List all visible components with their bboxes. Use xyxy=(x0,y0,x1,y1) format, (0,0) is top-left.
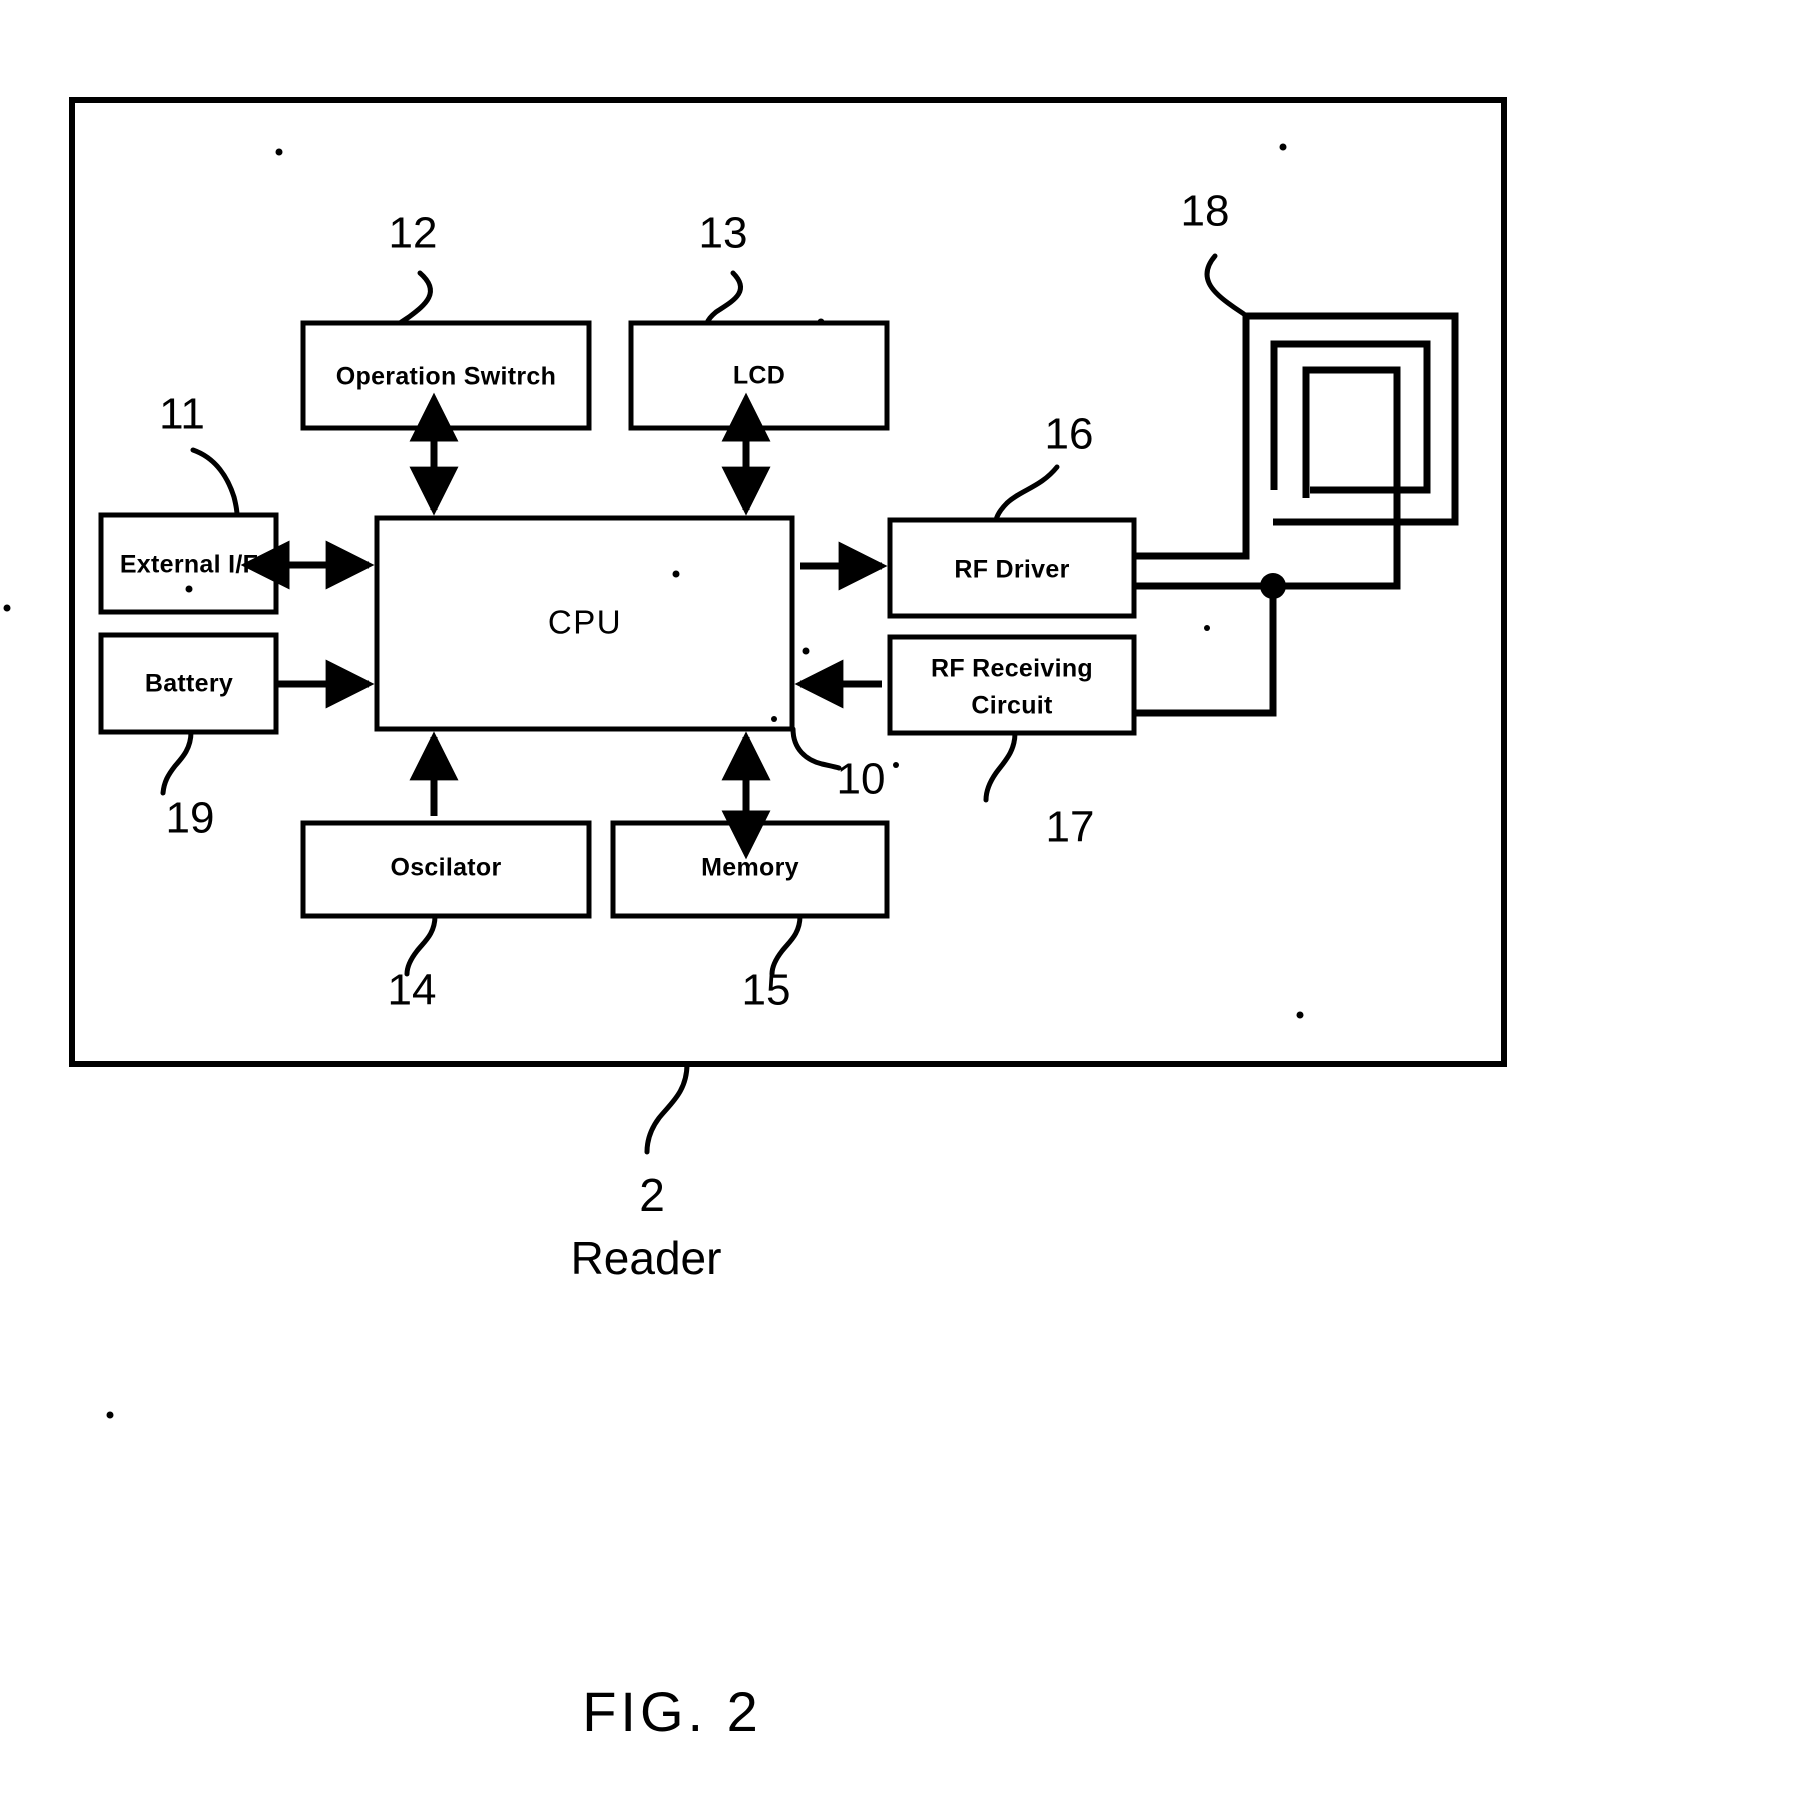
ref-num-2: 2 xyxy=(639,1169,665,1221)
block-rf-receiving-circuit-label-line1: RF Receiving xyxy=(931,655,1093,683)
figure-canvas: Operation Switrch LCD External I/F Batte… xyxy=(3,97,1507,1743)
block-operation-switch-label: Operation Switrch xyxy=(336,363,556,391)
scan-speck xyxy=(275,148,283,156)
ref-num-10: 10 xyxy=(837,755,886,804)
wire-junction-node xyxy=(1260,573,1286,599)
ref-num-15: 15 xyxy=(742,966,791,1015)
ref-num-16: 16 xyxy=(1045,410,1094,459)
figure-caption: Reader xyxy=(571,1232,722,1284)
block-rf-driver-label: RF Driver xyxy=(954,556,1069,584)
scan-speck xyxy=(185,585,193,593)
ref-num-18: 18 xyxy=(1181,187,1230,236)
ref-num-17: 17 xyxy=(1046,803,1095,852)
patent-figure: Operation Switrch LCD External I/F Batte… xyxy=(0,0,1802,1807)
scan-speck xyxy=(3,604,11,612)
block-battery-label: Battery xyxy=(145,670,233,698)
block-external-if-label: External I/F xyxy=(120,551,258,579)
ref-num-19: 19 xyxy=(166,794,215,843)
block-lcd-label: LCD xyxy=(733,362,785,390)
scan-speck xyxy=(1204,625,1210,631)
ref-num-14: 14 xyxy=(388,966,437,1015)
ref-num-11: 11 xyxy=(159,390,205,439)
figure-title: FIG. 2 xyxy=(582,1680,762,1743)
scan-speck xyxy=(672,570,680,578)
block-rf-receiving-circuit-label-line2: Circuit xyxy=(971,692,1053,720)
scan-speck xyxy=(802,647,810,655)
scan-speck xyxy=(817,318,825,326)
leader-2 xyxy=(644,1061,690,1155)
ref-num-13: 13 xyxy=(699,209,748,258)
scan-speck xyxy=(771,716,777,722)
block-memory-label: Memory xyxy=(701,854,799,882)
scan-speck xyxy=(1296,1011,1304,1019)
scan-speck xyxy=(893,762,899,768)
scan-speck xyxy=(1279,143,1287,151)
block-oscillator-label: Oscilator xyxy=(390,854,501,882)
ref-num-12: 12 xyxy=(389,209,438,258)
scan-speck xyxy=(106,1411,114,1419)
block-cpu-label: CPU xyxy=(548,604,622,641)
